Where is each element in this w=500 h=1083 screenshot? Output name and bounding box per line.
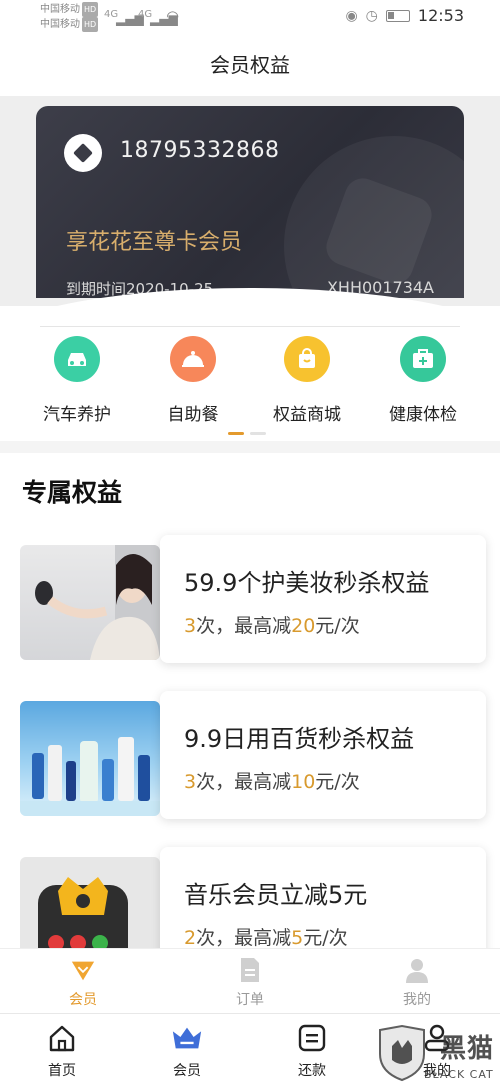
card-logo-icon (64, 134, 102, 172)
benefit-card[interactable]: 9.9日用百货秒杀权益 3次，最高减10元/次 (20, 691, 486, 819)
benefit-count-text: 次，最高减 (196, 927, 292, 949)
status-bar: 中国移动 HD 中国移动 HD 4G ▂▄▆ 4G ▂▄▆ ◠ ◉ ◷ 12:53 (0, 0, 500, 34)
page-dot (250, 432, 266, 435)
shopping-bag-icon (284, 336, 330, 382)
watermark-subtext: BLACK CAT (424, 1068, 494, 1081)
clock: 12:53 (417, 6, 464, 25)
hd-badge-2: HD (82, 17, 99, 32)
wifi-icon: ◠ (166, 7, 180, 25)
carrier-2: 中国移动 (40, 19, 80, 30)
quick-item-car-care[interactable]: 汽车养护 (22, 336, 132, 425)
benefit-info: 59.9个护美妆秒杀权益 3次，最高减20元/次 (160, 535, 486, 663)
benefit-count: 3 (184, 771, 197, 793)
benefit-unit: 元/次 (315, 771, 360, 793)
carrier-1: 中国移动 (40, 4, 80, 15)
hd-badge: HD (82, 2, 99, 17)
user-icon (404, 957, 430, 983)
card-phone-number: 18795332868 (120, 138, 280, 163)
membership-card-area: 18795332868 享花花至尊卡会员 到期时间2020-10-25 XHH0… (0, 96, 500, 441)
crown-badge-icon (70, 957, 96, 983)
benefit-detail: 3次，最高减20元/次 (184, 611, 360, 638)
page-title: 会员权益 (0, 34, 500, 96)
benefit-amount: 10 (291, 771, 316, 793)
bill-icon (296, 1022, 328, 1054)
home-icon (46, 1022, 78, 1054)
quick-item-buffet[interactable]: 自助餐 (138, 336, 248, 425)
quick-benefits: 汽车养护 自助餐 权益商城 健康体检 (0, 336, 500, 436)
crown-icon (171, 1022, 203, 1054)
nav-label: 首页 (48, 1063, 76, 1079)
quick-item-benefit-mall[interactable]: 权益商城 (252, 336, 362, 425)
dining-bell-icon (170, 336, 216, 382)
benefit-unit: 元/次 (315, 615, 360, 637)
quick-item-label: 汽车养护 (43, 405, 111, 425)
cat-shield-icon (379, 1024, 425, 1082)
nav-member[interactable]: 会员 (147, 1022, 227, 1080)
benefit-count: 3 (184, 615, 197, 637)
benefit-title: 9.9日用百货秒杀权益 (184, 725, 415, 753)
benefit-count: 2 (184, 927, 197, 949)
card-membership-title: 享花花至尊卡会员 (66, 230, 243, 255)
nav-label: 会员 (173, 1063, 201, 1079)
benefit-unit: 元/次 (303, 927, 348, 949)
sub-tab-label: 我的 (403, 992, 431, 1008)
sub-tab-label: 订单 (236, 992, 264, 1008)
benefit-amount: 20 (291, 615, 316, 637)
beauty-thumbnail-image (20, 545, 160, 660)
quick-item-health-check[interactable]: 健康体检 (368, 336, 478, 425)
eye-icon: ◉ (345, 7, 358, 24)
alarm-icon: ◷ (365, 7, 378, 24)
benefit-detail: 3次，最高减10元/次 (184, 767, 360, 794)
daily-goods-thumbnail-image (20, 701, 160, 816)
watermark-text: 黑猫 (440, 1034, 495, 1064)
benefit-card[interactable]: 59.9个护美妆秒杀权益 3次，最高减20元/次 (20, 535, 486, 663)
exclusive-benefits-section: 专属权益 59.9个护美妆秒杀权益 3次，最高减20元/次 9.9日用百货秒杀权… (0, 453, 500, 975)
sub-tab-label: 会员 (69, 992, 97, 1008)
nav-label: 还款 (298, 1063, 326, 1079)
benefit-count-text: 次，最高减 (196, 771, 292, 793)
membership-card[interactable]: 18795332868 享花花至尊卡会员 到期时间2020-10-25 XHH0… (36, 106, 464, 298)
benefit-count-text: 次，最高减 (196, 615, 292, 637)
benefit-title: 音乐会员立减5元 (184, 881, 368, 909)
sub-tab-orders[interactable]: 订单 (200, 957, 300, 1009)
medical-kit-icon (400, 336, 446, 382)
battery-icon (385, 9, 410, 22)
nav-repay[interactable]: 还款 (272, 1022, 352, 1080)
benefit-title: 59.9个护美妆秒杀权益 (184, 569, 430, 597)
section-title: 专属权益 (22, 478, 123, 507)
watermark: 黑猫 BLACK CAT (372, 1024, 500, 1083)
benefit-detail: 2次，最高减5元/次 (184, 923, 348, 950)
page-indicator (228, 420, 272, 439)
page-dot-active (228, 432, 244, 435)
sub-tab-mine[interactable]: 我的 (367, 957, 467, 1009)
benefit-amount: 5 (291, 927, 304, 949)
quick-item-label: 健康体检 (389, 405, 457, 425)
nav-home[interactable]: 首页 (22, 1022, 102, 1080)
carrier-info: 中国移动 HD 中国移动 HD (40, 2, 99, 32)
sub-tab-member[interactable]: 会员 (33, 957, 133, 1009)
document-icon (237, 957, 263, 983)
benefit-info: 9.9日用百货秒杀权益 3次，最高减10元/次 (160, 691, 486, 819)
sub-tab-bar: 会员 订单 我的 (0, 948, 500, 1014)
divider (40, 326, 460, 327)
status-right: ◉ ◷ 12:53 (345, 6, 464, 25)
car-icon (54, 336, 100, 382)
